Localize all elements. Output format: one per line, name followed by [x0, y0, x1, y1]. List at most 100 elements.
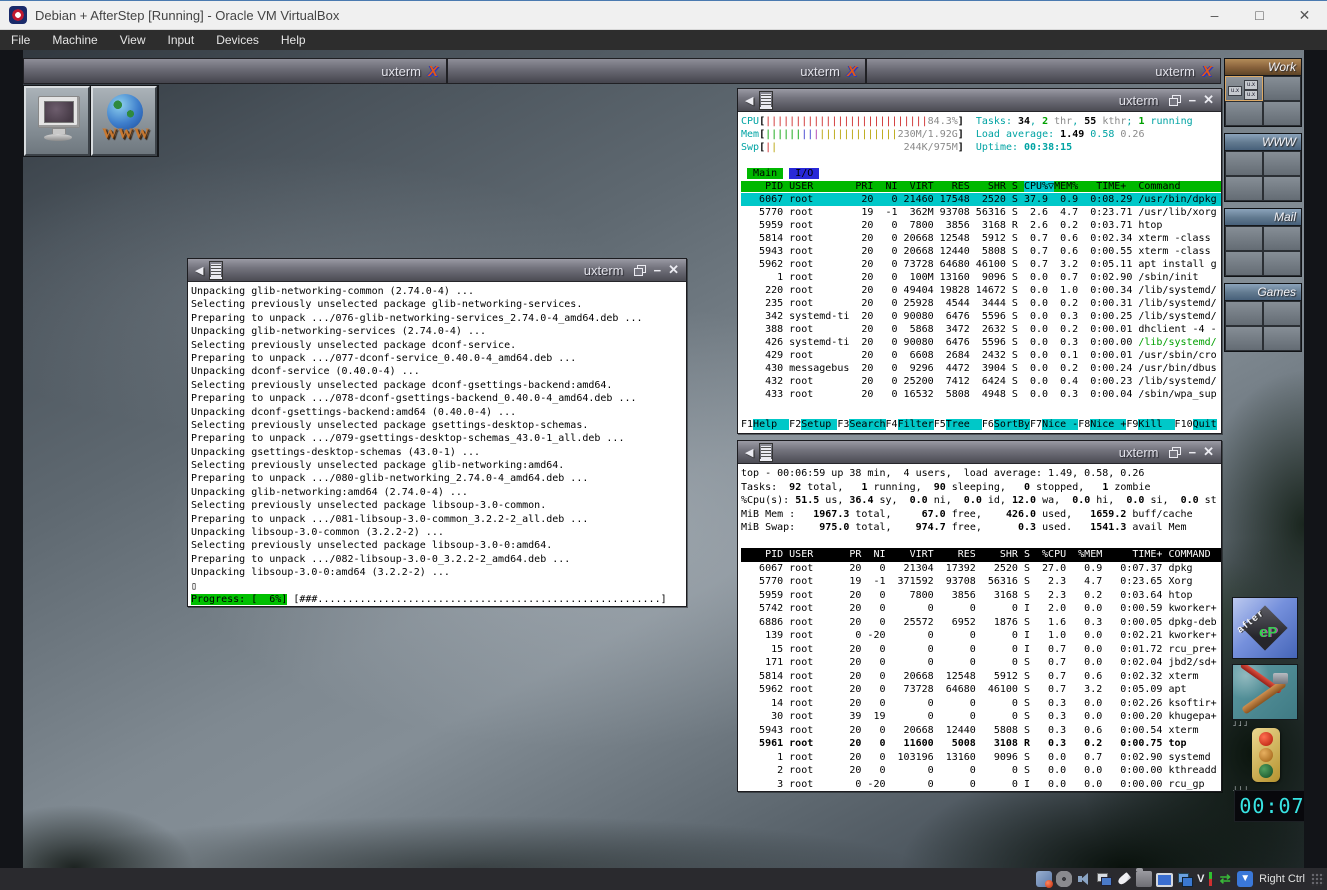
- terminal-line: 429 root 20 0 6608 2684 2432 S 0.0 0.1 0…: [741, 349, 1221, 362]
- mouse-integration-icon[interactable]: ⇄: [1217, 871, 1233, 887]
- terminal-line: Preparing to unpack .../078-dconf-gsetti…: [191, 392, 686, 405]
- shaded-window-title: uxterm: [1155, 64, 1195, 79]
- asclock-time: 00:07: [1234, 790, 1304, 822]
- window-back-arrow-icon[interactable]: ◀: [745, 446, 753, 459]
- menu-help[interactable]: Help: [270, 30, 317, 50]
- terminal-line: PID USER PRI NI VIRT RES SHR S CPU%▽MEM%…: [741, 180, 1221, 193]
- close-icon[interactable]: ✕: [1203, 444, 1214, 460]
- terminal-line: 14 root 20 0 0 0 0 S 0.3 0.0 0:02.26 kso…: [741, 697, 1221, 711]
- shaded-window-uxterm-3[interactable]: uxterm X: [866, 58, 1221, 84]
- pager-viewport-work-4[interactable]: [1263, 101, 1301, 126]
- terminal-line: 5742 root 20 0 0 0 0 I 2.0 0.0 0:00.59 k…: [741, 602, 1221, 616]
- apt-window-titlebar[interactable]: ◀ uxterm − ✕: [188, 259, 686, 282]
- terminal-line: Preparing to unpack .../081-libsoup-3.0-…: [191, 513, 686, 526]
- pager-desk-games-header[interactable]: Games: [1225, 284, 1301, 301]
- pager-viewport-www-4[interactable]: [1263, 176, 1301, 201]
- traffic-light-app-tile[interactable]: [1232, 726, 1296, 784]
- maximize-icon[interactable]: [1169, 447, 1181, 458]
- menu-devices[interactable]: Devices: [205, 30, 270, 50]
- apt-terminal-window[interactable]: ◀ uxterm − ✕ Unpacking glib-networking-c…: [187, 258, 687, 607]
- menu-file[interactable]: File: [0, 30, 41, 50]
- wharf-www-button[interactable]: WWW: [91, 86, 157, 156]
- maximize-icon[interactable]: [634, 265, 646, 276]
- window-menu-icon[interactable]: [209, 261, 223, 280]
- afterstep-logo-tile[interactable]: after eP: [1232, 597, 1298, 659]
- shaded-window-uxterm-2[interactable]: uxterm X: [447, 58, 866, 84]
- pager-viewport-mail-2[interactable]: [1263, 226, 1301, 251]
- pager-viewport-games-3[interactable]: [1225, 326, 1263, 351]
- wharf-terminal-button[interactable]: [24, 86, 90, 156]
- terminal-line: MiB Mem : 1967.3 total, 67.0 free, 426.0…: [741, 508, 1221, 522]
- shade-icon[interactable]: −: [654, 263, 662, 278]
- terminal-line: 5770 root 19 -1 362M 93708 56316 S 2.6 4…: [741, 206, 1221, 219]
- vbox-close-button[interactable]: ✕: [1282, 1, 1327, 30]
- vbox-minimize-button[interactable]: –: [1192, 1, 1237, 30]
- top-terminal-window[interactable]: ◀ uxterm − ✕ top - 00:06:59 up 38 min, 4…: [737, 440, 1222, 792]
- htop-window-titlebar[interactable]: ◀ uxterm − ✕: [738, 89, 1221, 112]
- tools-app-tile[interactable]: [1232, 664, 1298, 720]
- shaded-window-uxterm-1[interactable]: uxterm X: [23, 58, 447, 84]
- close-icon[interactable]: ✕: [1203, 92, 1214, 108]
- top-terminal-content[interactable]: top - 00:06:59 up 38 min, 4 users, load …: [738, 464, 1221, 791]
- pager-viewport-games-4[interactable]: [1263, 326, 1301, 351]
- htop-terminal-window[interactable]: ◀ uxterm − ✕ CPU[|||||||||||||||||||||||…: [737, 88, 1222, 434]
- optical-drive-icon[interactable]: [1056, 871, 1072, 887]
- terminal-line: 5943 root 20 0 20668 12440 5808 S 0.7 0.…: [741, 245, 1221, 258]
- pager-viewport-games-2[interactable]: [1263, 301, 1301, 326]
- vbox-statusbar: V ⇄ ▼ Right Ctrl: [0, 868, 1327, 890]
- pager-viewport-mail-1[interactable]: [1225, 226, 1263, 251]
- close-icon[interactable]: ✕: [668, 262, 679, 278]
- shared-folders-icon[interactable]: [1136, 871, 1152, 887]
- audio-icon[interactable]: [1076, 871, 1092, 887]
- terminal-line: 6067 root 20 0 21460 17548 2520 S 37.9 0…: [741, 193, 1221, 206]
- usb-icon[interactable]: [1117, 872, 1131, 886]
- mini-window: u.x: [1228, 86, 1242, 96]
- menu-input[interactable]: Input: [157, 30, 206, 50]
- top-window-titlebar[interactable]: ◀ uxterm − ✕: [738, 441, 1221, 464]
- pager-desk-work-header[interactable]: Work: [1225, 59, 1301, 76]
- display-icon[interactable]: [1156, 873, 1173, 887]
- terminal-line: Unpacking glib-networking-common (2.74.0…: [191, 285, 686, 298]
- network-icon[interactable]: [1096, 871, 1112, 887]
- pager-viewport-games-1[interactable]: [1225, 301, 1263, 326]
- terminal-line: Unpacking gsettings-desktop-schemas (43.…: [191, 446, 686, 459]
- resize-grip[interactable]: [1311, 873, 1324, 886]
- htop-terminal-content[interactable]: CPU[|||||||||||||||||||||||||||84.3%] Ta…: [738, 112, 1221, 433]
- htop-function-key-bar[interactable]: F1Help F2Setup F3SearchF4FilterF5Tree F6…: [741, 418, 1221, 431]
- terminal-line: 426 systemd-ti 20 0 90080 6476 5596 S 0.…: [741, 336, 1221, 349]
- pager-viewport-mail-4[interactable]: [1263, 251, 1301, 276]
- pager-desk-mail-header[interactable]: Mail: [1225, 209, 1301, 226]
- x11-logo-icon: X: [428, 63, 438, 80]
- hard-disk-activity-icon[interactable]: [1036, 871, 1052, 887]
- pager-viewport-work-2[interactable]: [1263, 76, 1301, 101]
- recording-icon[interactable]: [1177, 871, 1193, 887]
- virtualization-features-icon[interactable]: V: [1197, 871, 1213, 887]
- pager-viewport-work-1[interactable]: u.x u.x u.x: [1225, 76, 1263, 101]
- afterstep-desktop[interactable]: tep uxterm X uxterm X uxterm X WWW ◀ uxt…: [23, 50, 1304, 868]
- pager-viewport-www-2[interactable]: [1263, 151, 1301, 176]
- pager-viewport-mail-3[interactable]: [1225, 251, 1263, 276]
- terminal-line: 2 root 20 0 0 0 0 S 0.0 0.0 0:00.00 kthr…: [741, 764, 1221, 778]
- window-title: uxterm: [1119, 445, 1165, 460]
- vbox-titlebar[interactable]: Debian + AfterStep [Running] - Oracle VM…: [0, 0, 1327, 30]
- shade-icon[interactable]: −: [1189, 93, 1197, 108]
- terminal-line: [741, 535, 1221, 549]
- vbox-maximize-button[interactable]: □: [1237, 1, 1282, 30]
- terminal-line: Selecting previously unselected package …: [191, 419, 686, 432]
- window-menu-icon[interactable]: [759, 91, 773, 110]
- menu-machine[interactable]: Machine: [41, 30, 108, 50]
- window-back-arrow-icon[interactable]: ◀: [745, 94, 753, 107]
- window-back-arrow-icon[interactable]: ◀: [195, 264, 203, 277]
- pager-viewport-www-3[interactable]: [1225, 176, 1263, 201]
- terminal-line: 5962 root 20 0 73728 64680 46100 S 0.7 3…: [741, 258, 1221, 271]
- maximize-icon[interactable]: [1169, 95, 1181, 106]
- pager-desk-www-header[interactable]: WWW: [1225, 134, 1301, 151]
- window-menu-icon[interactable]: [759, 443, 773, 462]
- apt-terminal-content[interactable]: Unpacking glib-networking-common (2.74.0…: [188, 282, 686, 606]
- terminal-line: 5814 root 20 0 20668 12548 5912 S 0.7 0.…: [741, 670, 1221, 684]
- menu-view[interactable]: View: [109, 30, 157, 50]
- pager-viewport-www-1[interactable]: [1225, 151, 1263, 176]
- pager-viewport-work-3[interactable]: [1225, 101, 1263, 126]
- shade-icon[interactable]: −: [1189, 445, 1197, 460]
- keyboard-capture-icon[interactable]: ▼: [1237, 871, 1253, 887]
